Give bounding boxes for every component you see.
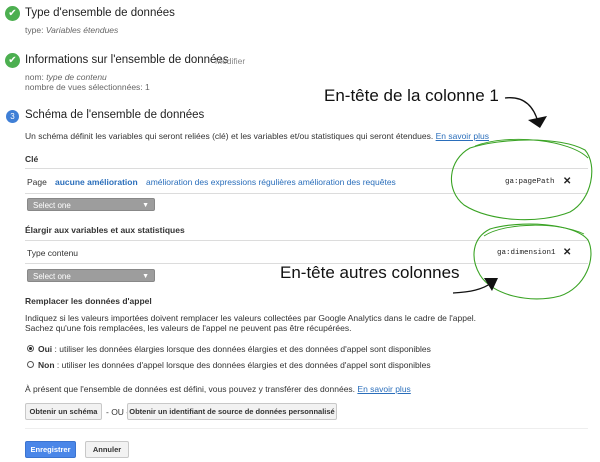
step1-type: type: Variables étendues	[25, 25, 119, 35]
radio-yes-label: Oui : utiliser les données élargies lors…	[38, 344, 431, 354]
key-heading: Clé	[25, 154, 39, 164]
extend-select-dropdown[interactable]: Select one ▼	[27, 269, 155, 282]
option-query-improvement[interactable]: amélioration des requêtes	[298, 177, 396, 187]
step3-number-badge: 3	[6, 110, 19, 123]
radio-yes[interactable]	[27, 345, 34, 352]
key-row-label: Page	[27, 177, 47, 187]
divider	[25, 240, 588, 241]
divider	[25, 193, 588, 194]
learn-more-link[interactable]: En savoir plus	[436, 131, 489, 141]
annotation-column-1-header: En-tête de la colonne 1	[324, 86, 499, 105]
extend-code: ga:dimension1	[497, 249, 556, 257]
transfer-text: À présent que l'ensemble de données est …	[25, 384, 411, 394]
step-complete-check-icon: ✔	[5, 53, 20, 68]
arrow-1-line	[504, 97, 539, 123]
divider	[25, 168, 588, 169]
replace-desc-1: Indiquez si les valeurs importées doiven…	[25, 313, 476, 323]
replace-desc-2: Sachez qu'une fois remplacées, les valeu…	[25, 323, 352, 333]
cancel-button[interactable]: Annuler	[85, 441, 129, 458]
step2-views: nombre de vues sélectionnées: 1	[25, 82, 150, 92]
or-separator: - OU -	[106, 407, 130, 417]
step2-name: nom: type de contenu	[25, 72, 107, 82]
step-complete-check-icon: ✔	[5, 6, 20, 21]
option-no-improvement[interactable]: aucune amélioration	[55, 177, 138, 187]
extend-row-label: Type contenu	[27, 248, 79, 258]
circle-annotation-2b	[483, 224, 585, 237]
key-code: ga:pagePath	[505, 178, 555, 186]
chevron-down-icon: ▼	[142, 273, 149, 280]
circle-annotation-2	[473, 223, 592, 300]
extend-heading: Élargir aux variables et aux statistique…	[25, 225, 185, 235]
arrow-1-head	[528, 116, 547, 128]
edit-link[interactable]: Modifier	[215, 56, 245, 66]
get-custom-id-button[interactable]: Obtenir un identifiant de source de donn…	[127, 403, 337, 420]
divider	[25, 428, 588, 429]
arrow-2-line	[452, 281, 494, 294]
annotation-other-columns-header: En-tête autres colonnes	[280, 263, 460, 282]
key-select-dropdown[interactable]: Select one ▼	[27, 198, 155, 211]
radio-no-label: Non : utiliser les données d'appel lorsq…	[38, 360, 431, 370]
save-button[interactable]: Enregistrer	[25, 441, 76, 458]
chevron-down-icon: ▼	[142, 202, 149, 209]
arrow-2-head	[484, 278, 498, 291]
step1-title: Type d'ensemble de données	[25, 7, 175, 19]
step3-description: Un schéma définit les variables qui sero…	[25, 131, 489, 141]
circle-annotation-1b	[474, 138, 589, 159]
remove-extend-close-icon[interactable]: ✕	[563, 247, 571, 258]
option-regex-improvement[interactable]: amélioration des expressions régulières	[146, 177, 296, 187]
get-schema-button[interactable]: Obtenir un schéma	[25, 403, 102, 420]
remove-key-close-icon[interactable]: ✕	[563, 176, 571, 187]
replace-heading: Remplacer les données d'appel	[25, 296, 152, 306]
step3-title: Schéma de l'ensemble de données	[25, 109, 205, 121]
step2-title: Informations sur l'ensemble de données	[25, 54, 229, 66]
learn-more-link[interactable]: En savoir plus	[357, 384, 410, 394]
radio-no[interactable]	[27, 361, 34, 368]
